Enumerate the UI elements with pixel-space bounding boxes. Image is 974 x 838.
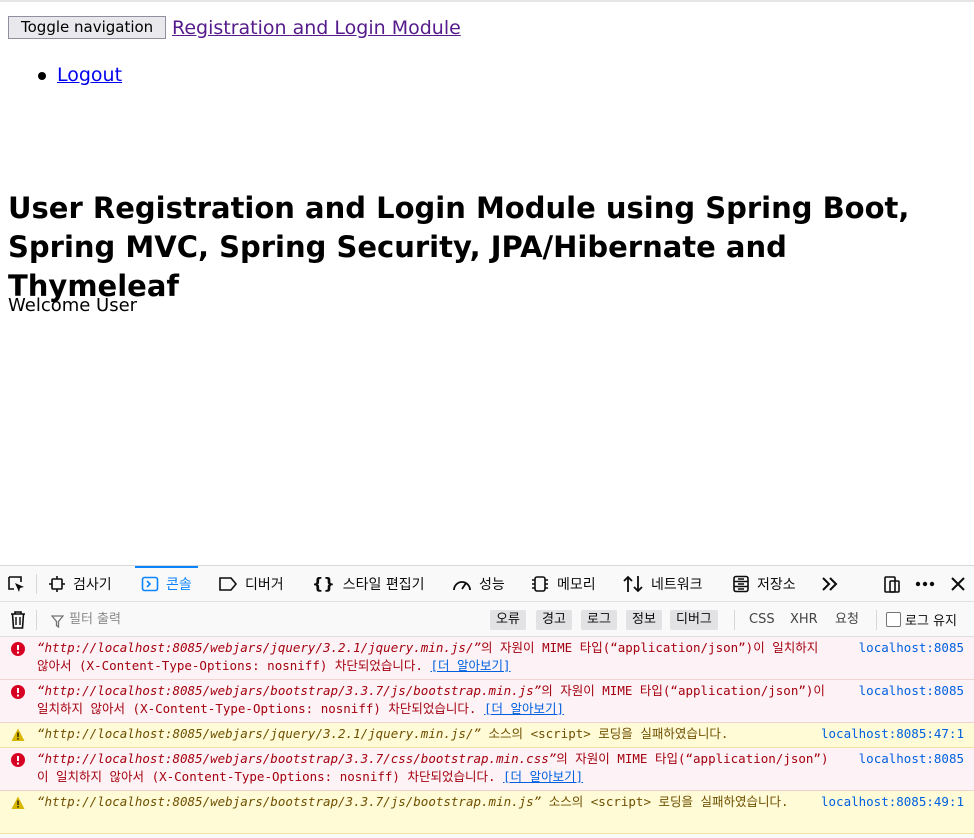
toolbar-separator bbox=[876, 610, 877, 630]
filter-debug-button[interactable]: 디버그 bbox=[670, 610, 718, 630]
welcome-text: Welcome User bbox=[8, 295, 138, 316]
console-message-warning: “http://localhost:8085/webjars/jquery/3.… bbox=[0, 723, 974, 748]
more-options-icon[interactable] bbox=[914, 573, 936, 595]
toolbar-separator bbox=[734, 610, 735, 630]
message-source-link[interactable]: localhost:8085 bbox=[859, 750, 964, 768]
persist-logs-toggle[interactable]: 로그 유지 bbox=[886, 610, 957, 629]
devtools-panel: 검사기 콘솔 디버거 {} 스타일 편집기 성능 메모리 네트워크 저장소 필터… bbox=[0, 565, 974, 838]
message-url[interactable]: “http://localhost:8085/webjars/jquery/3.… bbox=[37, 640, 481, 655]
message-body: 소스의 <script> 로딩을 실패하였습니다. bbox=[481, 726, 729, 741]
message-url[interactable]: “http://localhost:8085/webjars/bootstrap… bbox=[37, 794, 541, 809]
toggle-navigation-button[interactable]: Toggle navigation bbox=[8, 16, 167, 39]
tab-separator bbox=[36, 574, 37, 594]
console-message-error: “http://localhost:8085/webjars/jquery/3.… bbox=[0, 637, 974, 680]
filter-icon bbox=[50, 613, 65, 632]
debugger-icon bbox=[219, 576, 238, 591]
more-tabs-icon[interactable] bbox=[819, 573, 841, 595]
tab-storage[interactable]: 저장소 bbox=[732, 566, 796, 601]
filter-css-button[interactable]: CSS bbox=[749, 610, 775, 630]
network-icon bbox=[623, 575, 643, 592]
tab-memory[interactable]: 메모리 bbox=[530, 566, 596, 601]
console-message-warning: “http://localhost:8085/webjars/bootstrap… bbox=[0, 791, 974, 834]
error-icon bbox=[11, 642, 25, 656]
close-devtools-icon[interactable] bbox=[947, 573, 969, 595]
tab-debugger-label: 디버거 bbox=[245, 576, 284, 593]
warning-icon bbox=[11, 796, 25, 809]
persist-logs-checkbox[interactable] bbox=[886, 612, 901, 627]
tab-debugger[interactable]: 디버거 bbox=[218, 566, 284, 601]
nav-list: Logout bbox=[8, 63, 122, 87]
logout-link[interactable]: Logout bbox=[57, 64, 122, 86]
storage-icon bbox=[733, 575, 749, 592]
memory-icon bbox=[532, 575, 548, 592]
tab-network[interactable]: 네트워크 bbox=[622, 566, 703, 601]
performance-icon bbox=[453, 580, 471, 590]
learn-more-link[interactable]: [더 알아보기] bbox=[430, 658, 510, 673]
brand-link[interactable]: Registration and Login Module bbox=[172, 16, 461, 40]
filter-errors-button[interactable]: 오류 bbox=[490, 610, 526, 630]
tab-storage-label: 저장소 bbox=[757, 576, 796, 593]
filter-warnings-button[interactable]: 경고 bbox=[536, 610, 572, 630]
message-body: 소스의 <script> 로딩을 실패하였습니다. bbox=[541, 794, 789, 809]
message-url[interactable]: “http://localhost:8085/webjars/jquery/3.… bbox=[37, 726, 481, 741]
inspector-icon bbox=[49, 575, 65, 592]
message-url[interactable]: “http://localhost:8085/webjars/bootstrap… bbox=[37, 751, 556, 766]
console-icon bbox=[141, 576, 159, 591]
tab-memory-label: 메모리 bbox=[557, 576, 596, 593]
message-source-link[interactable]: localhost:8085:47:1 bbox=[821, 725, 964, 743]
dock-toggle-icon[interactable] bbox=[881, 573, 903, 595]
tab-console[interactable]: 콘솔 bbox=[135, 566, 198, 601]
web-page: Toggle navigation Registration and Login… bbox=[0, 0, 974, 565]
tab-style-editor-label: 스타일 편집기 bbox=[342, 576, 425, 593]
style-editor-icon: {} bbox=[312, 574, 335, 593]
filter-info-button[interactable]: 정보 bbox=[626, 610, 662, 630]
warning-icon bbox=[11, 728, 25, 741]
message-source-link[interactable]: localhost:8085 bbox=[859, 682, 964, 700]
element-picker-icon[interactable] bbox=[6, 574, 26, 594]
message-source-link[interactable]: localhost:8085:49:1 bbox=[821, 793, 964, 811]
console-message-error: “http://localhost:8085/webjars/bootstrap… bbox=[0, 680, 974, 723]
message-text: “http://localhost:8085/webjars/bootstrap… bbox=[37, 680, 837, 721]
filter-logs-button[interactable]: 로그 bbox=[581, 610, 617, 630]
console-toolbar: 오류 경고 로그 정보 디버그 CSS XHR 요청 로그 유지 bbox=[0, 602, 974, 637]
tab-style-editor[interactable]: {} 스타일 편집기 bbox=[312, 566, 425, 601]
tab-inspector[interactable]: 검사기 bbox=[48, 566, 112, 601]
filter-xhr-button[interactable]: XHR bbox=[790, 610, 818, 630]
tab-performance[interactable]: 성능 bbox=[452, 566, 505, 601]
tab-inspector-label: 검사기 bbox=[73, 576, 112, 593]
error-icon bbox=[11, 685, 25, 699]
tab-console-label: 콘솔 bbox=[166, 576, 192, 593]
tab-network-label: 네트워크 bbox=[651, 576, 703, 593]
page-title: User Registration and Login Module using… bbox=[8, 191, 910, 303]
message-text: “http://localhost:8085/webjars/bootstrap… bbox=[37, 748, 837, 789]
learn-more-link[interactable]: [더 알아보기] bbox=[503, 769, 583, 784]
message-text: “http://localhost:8085/webjars/jquery/3.… bbox=[37, 637, 837, 678]
console-message-error: “http://localhost:8085/webjars/bootstrap… bbox=[0, 748, 974, 791]
message-source-link[interactable]: localhost:8085 bbox=[859, 639, 964, 657]
error-icon bbox=[11, 753, 25, 767]
devtools-tab-bar: 검사기 콘솔 디버거 {} 스타일 편집기 성능 메모리 네트워크 저장소 bbox=[0, 566, 974, 602]
clear-console-icon[interactable] bbox=[9, 610, 27, 634]
message-text: “http://localhost:8085/webjars/bootstrap… bbox=[37, 791, 807, 814]
toolbar-separator bbox=[36, 610, 37, 630]
nav-item-logout: Logout bbox=[8, 63, 122, 87]
learn-more-link[interactable]: [더 알아보기] bbox=[484, 701, 564, 716]
persist-logs-label: 로그 유지 bbox=[905, 614, 957, 629]
filter-output-input[interactable] bbox=[69, 610, 469, 628]
tab-performance-label: 성능 bbox=[479, 576, 505, 593]
console-messages: “http://localhost:8085/webjars/jquery/3.… bbox=[0, 637, 974, 834]
message-url[interactable]: “http://localhost:8085/webjars/bootstrap… bbox=[37, 683, 541, 698]
message-text: “http://localhost:8085/webjars/jquery/3.… bbox=[37, 723, 807, 746]
filter-requests-button[interactable]: 요청 bbox=[835, 610, 859, 630]
